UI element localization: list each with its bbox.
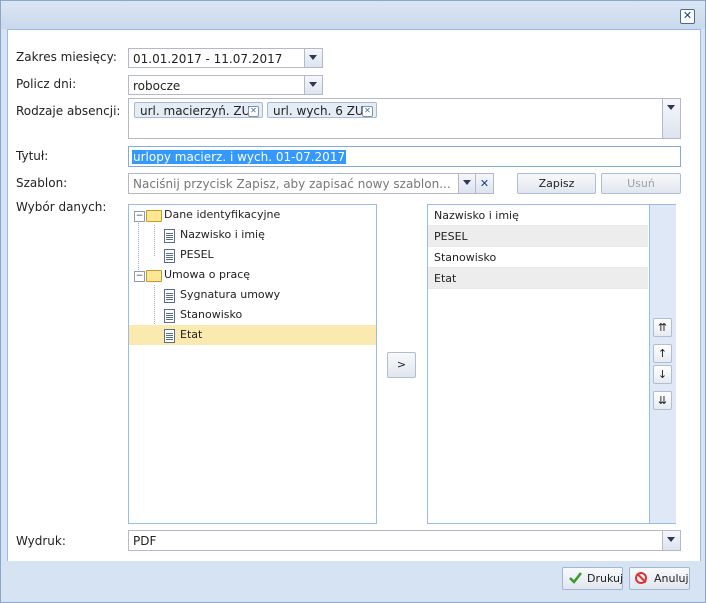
chevron-down-icon[interactable] — [304, 76, 322, 94]
list-item[interactable]: Nazwisko i imię — [428, 205, 648, 226]
save-template-button[interactable]: Zapisz — [517, 173, 596, 194]
list-item[interactable]: PESEL — [428, 226, 648, 247]
move-bottom-icon[interactable]: ⇊ — [653, 391, 672, 410]
collapse-icon[interactable]: − — [134, 271, 145, 282]
chevron-down-icon[interactable] — [662, 531, 680, 550]
document-icon — [164, 229, 175, 243]
order-toolbar: ⇈ ↑ ↓ ⇊ — [649, 205, 676, 523]
collapse-icon[interactable]: − — [134, 211, 145, 222]
print-button-label: Drukuj — [587, 572, 624, 585]
dialog-window: ✕ Zakres miesięcy: 01.01.2017 - 11.07.20… — [0, 0, 706, 603]
ban-icon — [635, 572, 647, 584]
tree-item-selected[interactable]: Etat — [129, 325, 376, 345]
folder-icon — [146, 210, 162, 222]
template-label: Szablon: — [16, 176, 68, 190]
close-icon: ✕ — [682, 9, 693, 22]
tree-item[interactable]: Nazwisko i imię — [129, 225, 376, 245]
available-fields-tree: − Dane identyfikacyjne Nazwisko i imię P… — [128, 204, 377, 524]
title-label: Tytuł: — [16, 149, 49, 163]
range-value: 01.01.2017 - 11.07.2017 — [133, 52, 283, 66]
absence-tag[interactable]: url. macierzyń. ZUS ✕ — [134, 102, 263, 118]
absence-types-multiselect[interactable]: url. macierzyń. ZUS ✕ url. wych. 6 ZUS ✕ — [128, 98, 681, 139]
output-label: Wydruk: — [16, 534, 66, 548]
tree-item-label: Etat — [180, 328, 203, 341]
document-icon — [164, 289, 175, 303]
title-value: urlopy macierz. i wych. 01-07.2017 — [132, 150, 347, 164]
document-icon — [164, 249, 175, 263]
tree-item-label: Stanowisko — [180, 308, 243, 321]
cancel-button-label: Anuluj — [654, 572, 689, 585]
clear-icon[interactable]: ✕ — [475, 174, 493, 193]
tree-group-label: Umowa o pracę — [164, 268, 251, 281]
folder-icon — [146, 270, 162, 282]
add-field-button[interactable]: > — [387, 352, 416, 378]
output-value: PDF — [133, 534, 157, 548]
absence-tag-label: url. macierzyń. ZUS — [140, 104, 259, 118]
template-combo[interactable]: Naciśnij przycisk Zapisz, aby zapisać no… — [128, 173, 494, 194]
check-icon — [569, 572, 582, 584]
tree-item[interactable]: PESEL — [129, 245, 376, 265]
count-days-value: robocze — [133, 79, 181, 93]
remove-tag-icon[interactable]: ✕ — [248, 106, 259, 117]
tree-item[interactable]: Sygnatura umowy — [129, 285, 376, 305]
absence-tag-label: url. wych. 6 ZUS — [273, 104, 372, 118]
tree-group-label: Dane identyfikacyjne — [164, 208, 281, 221]
list-item[interactable]: Etat — [428, 268, 648, 289]
move-up-icon[interactable]: ↑ — [653, 344, 672, 363]
count-days-label: Policz dni: — [16, 77, 77, 91]
tree-group[interactable]: − Umowa o pracę — [129, 265, 376, 285]
output-combo[interactable]: PDF — [128, 530, 681, 551]
tree-item-label: PESEL — [180, 248, 214, 261]
move-top-icon[interactable]: ⇈ — [653, 318, 672, 337]
list-item[interactable]: Stanowisko — [428, 247, 648, 268]
absence-tag[interactable]: url. wych. 6 ZUS ✕ — [267, 102, 377, 118]
document-icon — [164, 309, 175, 323]
tree-item-label: Nazwisko i imię — [180, 228, 265, 241]
close-button[interactable]: ✕ — [680, 9, 695, 24]
tree-item[interactable]: Stanowisko — [129, 305, 376, 325]
count-days-combo[interactable]: robocze — [128, 75, 323, 95]
tree-group[interactable]: − Dane identyfikacyjne — [129, 205, 376, 225]
range-label: Zakres miesięcy: — [16, 50, 117, 64]
chevron-down-icon[interactable] — [304, 49, 322, 67]
template-placeholder: Naciśnij przycisk Zapisz, aby zapisać no… — [133, 177, 451, 191]
delete-template-button[interactable]: Usuń — [601, 173, 681, 194]
selected-fields-list: Nazwisko i imię PESEL Stanowisko Etat ⇈ … — [427, 204, 676, 524]
tree-item-label: Sygnatura umowy — [180, 288, 281, 301]
chevron-down-icon[interactable] — [458, 174, 476, 193]
move-down-icon[interactable]: ↓ — [653, 365, 672, 384]
cancel-button[interactable]: Anuluj — [629, 567, 690, 590]
remove-tag-icon[interactable]: ✕ — [362, 106, 373, 117]
range-combo[interactable]: 01.01.2017 - 11.07.2017 — [128, 48, 323, 68]
chevron-down-icon[interactable] — [662, 99, 680, 138]
document-icon — [164, 329, 175, 343]
dialog-titlebar: ✕ — [1, 1, 705, 29]
absence-types-label: Rodzaje absencji: — [16, 104, 121, 118]
title-input[interactable]: urlopy macierz. i wych. 01-07.2017 — [128, 146, 681, 167]
print-button[interactable]: Drukuj — [562, 567, 623, 590]
data-selection-label: Wybór danych: — [16, 200, 107, 214]
